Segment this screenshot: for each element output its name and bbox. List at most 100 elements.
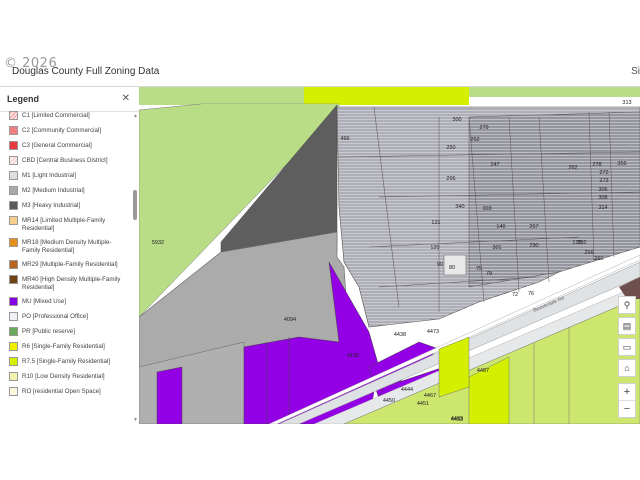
legend-label: C1 [Limited Commercial] — [22, 112, 90, 119]
legend-title: Legend — [7, 94, 40, 104]
zoom-in-button[interactable]: + — [619, 384, 635, 401]
legend-swatch — [9, 312, 18, 321]
home-icon[interactable]: ⌂ — [618, 359, 636, 377]
legend-swatch — [9, 186, 18, 195]
parcel-label: 279 — [479, 125, 488, 131]
legend-label: MR29 [Multiple-Family Residential] — [22, 261, 118, 268]
legend-label: PR [Public reserve] — [22, 328, 75, 335]
parcel-label: 4438 — [394, 332, 406, 338]
parcel-label: 4467 — [424, 393, 436, 399]
legend-item: MR29 [Multiple-Family Residential] — [0, 260, 131, 269]
legend-swatch — [9, 372, 18, 381]
legend-label: RO [residential Open Space] — [22, 388, 101, 395]
legend-item: CBD [Central Business District] — [0, 156, 131, 165]
parcel-label: 250 — [446, 145, 455, 151]
legend-item: M2 [Medium Industrial] — [0, 186, 131, 195]
legend-item: PR [Public reserve] — [0, 327, 131, 336]
parcel-label: 5932 — [152, 240, 164, 246]
parcel-label: 313 — [622, 100, 631, 106]
parcel-label: 76 — [528, 291, 534, 297]
legend-item: MR18 [Medium Density Multiple-Family Res… — [0, 238, 131, 254]
legend-label: MR18 [Medium Density Multiple-Family Res… — [22, 239, 112, 254]
parcel-label: 267 — [529, 224, 538, 230]
legend-label: MR40 [High Density Multiple-Family Resid… — [22, 276, 121, 291]
search-icon[interactable]: ⚲ — [618, 296, 636, 314]
parcel-label: 273 — [599, 178, 608, 184]
legend-swatch — [9, 342, 18, 351]
legend-swatch — [9, 216, 18, 225]
legend-swatch — [9, 126, 18, 135]
legend-label: PO [Professional Office] — [22, 313, 88, 320]
parcel-label: 4444 — [401, 387, 413, 393]
parcel-label: 256 — [584, 250, 593, 256]
parcel-label: 131 — [431, 220, 440, 226]
parcel-label: 4192 — [347, 353, 359, 359]
legend-item: PO [Professional Office] — [0, 312, 131, 321]
legend-label: MU [Mixed Use] — [22, 298, 67, 305]
parcel-label: 300 — [452, 117, 461, 123]
legend-item: MU [Mixed Use] — [0, 297, 131, 306]
legend-label: R7.5 [Single-Family Residential] — [22, 358, 111, 365]
legend-item: MR40 [High Density Multiple-Family Resid… — [0, 275, 131, 291]
legend-item: M1 [Light Industrial] — [0, 171, 131, 180]
parcel-label: 278 — [592, 162, 601, 168]
legend-list: C1 [Limited Commercial] C2 [Community Com… — [0, 111, 131, 424]
legend-label: CBD [Central Business District] — [22, 157, 108, 164]
parcel-label: 4483 — [451, 416, 463, 422]
legend-item: R7.5 [Single-Family Residential] — [0, 357, 131, 366]
legend-swatch — [9, 111, 18, 120]
fullscreen-icon[interactable]: ▭ — [618, 338, 636, 356]
legend-label: R10 [Low Density Residential] — [22, 373, 105, 380]
map-toolbar: ⚲ ▤ ▭ ⌂ — [618, 296, 636, 380]
legend-swatch — [9, 201, 18, 210]
parcel-label: 252 — [470, 137, 479, 143]
basemap-icon[interactable]: ▤ — [618, 317, 636, 335]
parcel-label: 79 — [486, 271, 492, 277]
parcel-label: 75 — [476, 266, 482, 272]
parcel-label: 120 — [430, 245, 439, 251]
sign-in-link[interactable]: Si — [631, 66, 640, 77]
legend-item: C1 [Limited Commercial] — [0, 111, 131, 120]
close-icon[interactable]: ✕ — [122, 93, 130, 104]
parcel-label: 262 — [568, 165, 577, 171]
parcel-label: 466 — [340, 136, 349, 142]
parcel-label: 125 — [572, 240, 581, 246]
parcel-label: 4487 — [477, 368, 489, 374]
legend-swatch — [9, 357, 18, 366]
legend-swatch — [9, 238, 18, 247]
legend-panel: Legend ✕ C1 [Limited Commercial] C2 [Comm… — [0, 87, 140, 424]
parcel-label: 290 — [529, 243, 538, 249]
scroll-up-icon[interactable]: ▲ — [133, 113, 138, 119]
legend-swatch — [9, 141, 18, 150]
legend-swatch — [9, 260, 18, 269]
legend-item: MR14 [Limited Multiple-Family Residentia… — [0, 216, 131, 232]
legend-swatch — [9, 297, 18, 306]
legend-item: C3 [General Commercial] — [0, 141, 131, 150]
legend-label: M1 [Light Industrial] — [22, 172, 76, 179]
parcel-label: 72 — [512, 292, 518, 298]
parcel-label: 308 — [598, 195, 607, 201]
legend-swatch — [9, 387, 18, 396]
legend-label: R6 [Single-Family Residential] — [22, 343, 105, 350]
parcel-label: 356 — [617, 161, 626, 167]
parcel-label: 206 — [446, 176, 455, 182]
legend-label: C3 [General Commercial] — [22, 142, 92, 149]
legend-swatch — [9, 275, 18, 284]
legend-item: R10 [Low Density Residential] — [0, 372, 131, 381]
legend-swatch — [9, 327, 18, 336]
map-view[interactable]: 313 300 279 466 252 250 247 262 278 356 … — [139, 87, 640, 424]
zoom-control: + − — [618, 383, 636, 418]
legend-item: RO [residential Open Space] — [0, 387, 131, 396]
legend-scrollbar[interactable] — [133, 190, 137, 220]
parcel-label: 301 — [492, 245, 501, 251]
legend-label: C2 [Community Commercial] — [22, 127, 102, 134]
legend-label: M2 [Medium Industrial] — [22, 187, 85, 194]
zoning-map[interactable]: 313 300 279 466 252 250 247 262 278 356 … — [139, 87, 640, 424]
scroll-down-icon[interactable]: ▼ — [133, 417, 138, 423]
zoom-out-button[interactable]: − — [619, 401, 635, 417]
parcel-label: 80 — [449, 265, 455, 271]
legend-item: C2 [Community Commercial] — [0, 126, 131, 135]
parcel-label: 4450 — [383, 398, 395, 404]
app-title: Douglas County Full Zoning Data — [12, 66, 160, 77]
parcel-label: 90 — [437, 262, 443, 268]
